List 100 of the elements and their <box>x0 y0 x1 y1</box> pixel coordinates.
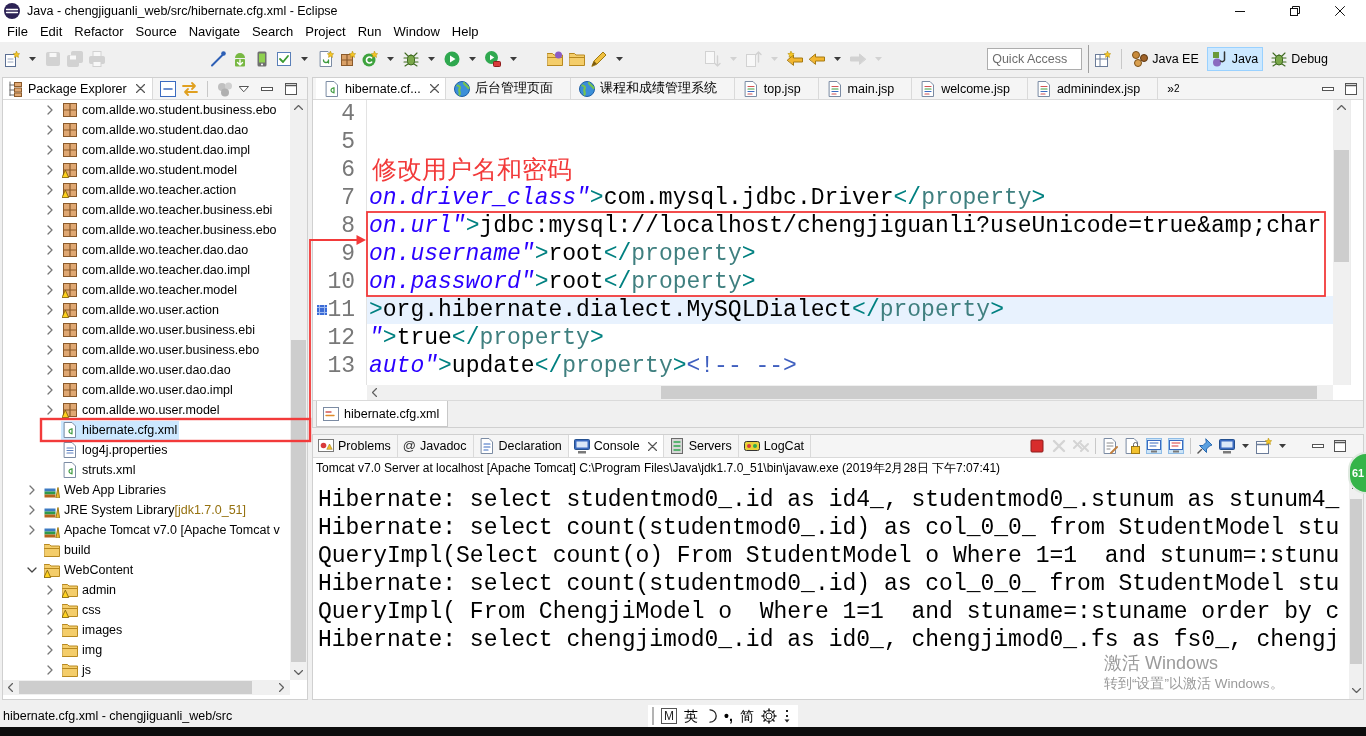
monitor-icon[interactable] <box>1146 438 1162 454</box>
menu-item[interactable]: Window <box>387 23 446 41</box>
caret-icon[interactable] <box>834 56 841 61</box>
monitor-icon[interactable] <box>1219 438 1235 454</box>
caret-icon[interactable] <box>469 56 476 61</box>
ime-punctuation-toggle[interactable]: •, <box>724 707 733 725</box>
close-icon[interactable] <box>647 441 657 451</box>
play-toolbox-icon[interactable] <box>485 50 501 67</box>
tree-item[interactable]: hibernate.cfg.xml <box>61 420 180 440</box>
scrollbar[interactable] <box>290 100 307 680</box>
collapse-all-icon[interactable] <box>160 80 176 97</box>
tree-item[interactable]: struts.xml <box>61 460 138 480</box>
tree-item[interactable]: com.allde.wo.user.dao.impl <box>61 380 235 400</box>
tree-item[interactable]: images <box>61 620 125 640</box>
minimize-icon[interactable] <box>1322 86 1334 91</box>
menu-item[interactable]: Search <box>246 23 300 41</box>
minimize-icon[interactable] <box>1235 10 1245 12</box>
new-document-icon[interactable] <box>4 50 20 67</box>
menu-item[interactable]: Project <box>299 23 352 41</box>
restore-icon[interactable] <box>1290 6 1300 16</box>
menu-item[interactable]: Run <box>351 23 388 41</box>
tree-item[interactable]: com.allde.wo.user.business.ebo <box>61 340 262 360</box>
scrollbar-thumb[interactable] <box>661 386 1317 399</box>
bug-icon[interactable] <box>403 50 419 67</box>
caret-icon[interactable] <box>616 56 623 61</box>
menu-item[interactable]: File <box>1 23 34 41</box>
close-icon[interactable] <box>135 84 145 93</box>
view-tab[interactable]: Package Explorer <box>3 78 153 99</box>
view-tab[interactable]: Problems <box>313 435 398 457</box>
scroll-left-icon[interactable] <box>8 683 13 692</box>
tree-item[interactable]: JRE System Library[jdk1.7.0_51] <box>43 500 249 520</box>
tree-item[interactable]: com.allde.wo.student.dao.impl <box>61 140 253 160</box>
editor-tab[interactable]: welcome.jsp <box>912 78 1028 99</box>
perspective-button[interactable]: Debug <box>1266 46 1333 71</box>
editor-tab[interactable]: 后台管理页面 <box>445 78 571 99</box>
tree-item[interactable]: admin <box>61 580 119 600</box>
minimize-icon[interactable] <box>261 86 273 91</box>
editor-tab[interactable]: main.jsp <box>818 78 913 99</box>
folder-icon[interactable] <box>547 50 563 67</box>
caret-icon[interactable] <box>387 56 394 61</box>
scroll-down-icon[interactable] <box>294 670 303 675</box>
brush-icon[interactable] <box>591 50 607 67</box>
tree-item[interactable]: com.allde.wo.user.model <box>61 400 222 420</box>
scroll-up-icon[interactable] <box>294 105 303 110</box>
settings-icon[interactable] <box>760 708 777 724</box>
tree-item[interactable]: com.allde.wo.teacher.business.ebo <box>61 220 279 240</box>
menu-item[interactable]: Edit <box>33 23 69 41</box>
tree-item[interactable]: com.allde.wo.student.business.ebo <box>61 100 279 120</box>
tree-item[interactable]: com.allde.wo.teacher.dao.dao <box>61 240 251 260</box>
menu-item[interactable]: Help <box>445 23 485 41</box>
maximize-icon[interactable] <box>285 82 297 95</box>
ime-logo[interactable]: M <box>661 708 677 724</box>
scroll-left-icon[interactable] <box>372 388 377 397</box>
tree-item[interactable]: com.allde.wo.teacher.action <box>61 180 239 200</box>
menu-item[interactable]: Refactor <box>68 23 130 41</box>
play-icon[interactable] <box>444 50 460 67</box>
scrollbar-thumb[interactable] <box>291 340 306 662</box>
view-tab[interactable]: Servers <box>663 435 739 457</box>
tree-item[interactable]: com.allde.wo.user.business.ebi <box>61 320 257 340</box>
caret-icon[interactable] <box>510 56 517 61</box>
tree-item[interactable]: js <box>61 660 94 680</box>
menu-icon[interactable] <box>783 709 790 723</box>
new-window-icon[interactable] <box>1256 438 1272 454</box>
left-arrow-star-icon[interactable] <box>787 50 803 67</box>
scrollbar-thumb[interactable] <box>1350 499 1362 664</box>
close-icon[interactable] <box>1335 6 1345 16</box>
view-tab[interactable]: Console <box>568 435 664 457</box>
tree-item[interactable]: log4j.properties <box>61 440 170 460</box>
tree-item[interactable]: com.allde.wo.teacher.dao.impl <box>61 260 253 280</box>
quick-access-field[interactable]: Quick Access <box>987 47 1083 70</box>
caret-icon[interactable] <box>428 56 435 61</box>
view-menu-icon[interactable] <box>239 85 249 92</box>
editor-tab[interactable]: hibernate.cf... <box>316 78 446 99</box>
scrollbar[interactable] <box>367 385 1333 400</box>
editor-tab[interactable]: adminindex.jsp <box>1027 78 1159 99</box>
view-tab[interactable]: Declaration <box>473 435 569 457</box>
tree-item[interactable]: com.allde.wo.user.dao.dao <box>61 360 233 380</box>
new-package-icon[interactable] <box>340 50 356 67</box>
scrollbar[interactable] <box>1333 100 1350 385</box>
editor-page-tab[interactable]: hibernate.cfg.xml <box>316 401 449 427</box>
view-tab[interactable]: LogCat <box>738 435 812 457</box>
tree-item[interactable]: com.allde.wo.user.action <box>61 300 221 320</box>
left-arrow-icon[interactable] <box>809 50 825 67</box>
monitor-icon[interactable] <box>1168 438 1184 454</box>
tree-item[interactable]: com.allde.wo.teacher.model <box>61 280 239 300</box>
ime-language-toggle[interactable]: 英 <box>684 707 698 725</box>
clear-icon[interactable] <box>1102 438 1118 454</box>
scrollbar[interactable] <box>3 680 290 695</box>
folder-icon[interactable] <box>569 50 585 67</box>
maximize-icon[interactable] <box>1345 82 1357 95</box>
scrollbar-thumb[interactable] <box>19 681 252 694</box>
tree-item[interactable]: com.allde.wo.student.dao.dao <box>61 120 251 140</box>
menu-item[interactable]: Navigate <box>182 23 246 41</box>
tree-item[interactable]: Apache Tomcat v7.0 [Apache Tomcat v <box>43 520 282 540</box>
caret-icon[interactable] <box>1279 444 1286 448</box>
perspective-button[interactable]: Java EE <box>1127 46 1204 71</box>
maximize-icon[interactable] <box>1334 440 1346 452</box>
close-icon[interactable] <box>429 84 439 93</box>
new-file-icon[interactable] <box>318 50 334 67</box>
editor-tab[interactable]: top.jsp <box>734 78 819 99</box>
